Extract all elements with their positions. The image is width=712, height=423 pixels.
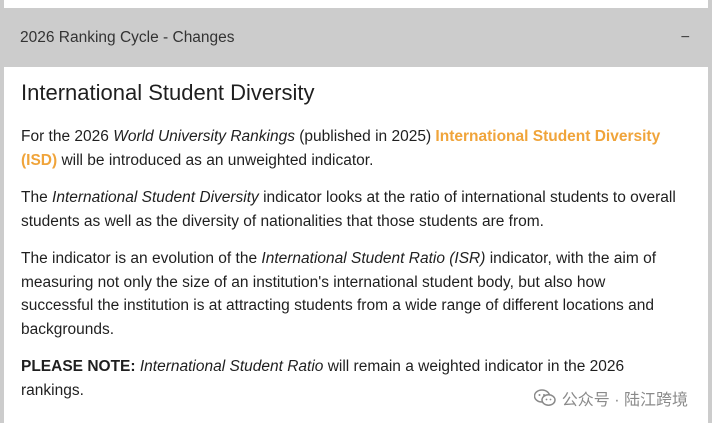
accordion-title: 2026 Ranking Cycle - Changes (20, 28, 235, 46)
watermark: 公众号 · 陆江跨境 (533, 386, 688, 410)
text-span: The (21, 189, 53, 207)
paragraph-definition: The International Student Diversity indi… (21, 186, 681, 233)
text-span: (published in 2025) (294, 128, 436, 146)
paragraph-evolution: The indicator is an evolution of the Int… (21, 247, 681, 341)
paragraph-intro: For the 2026 World University Rankings (… (21, 125, 681, 172)
italic-text: International Student Ratio (139, 358, 324, 376)
text-span: will be introduced as an unweighted indi… (57, 151, 374, 169)
accordion-content: International Student Diversity For the … (21, 80, 681, 416)
watermark-text: 公众号 · 陆江跨境 (561, 392, 688, 409)
section-title: International Student Diversity (21, 80, 315, 105)
wechat-icon (533, 389, 556, 407)
note-label: PLEASE NOTE: (21, 358, 136, 376)
collapse-icon[interactable]: − (681, 29, 690, 46)
italic-text: International Student Diversity (52, 189, 259, 207)
text-span: For the 2026 (21, 128, 114, 146)
italic-text: World University Rankings (113, 128, 295, 146)
text-span: The indicator is an evolution of the (21, 250, 262, 268)
italic-text: International Student Ratio (ISR) (261, 250, 486, 268)
page-frame: 2026 Ranking Cycle - Changes − Internati… (0, 0, 712, 423)
accordion-header[interactable]: 2026 Ranking Cycle - Changes − (4, 8, 708, 67)
